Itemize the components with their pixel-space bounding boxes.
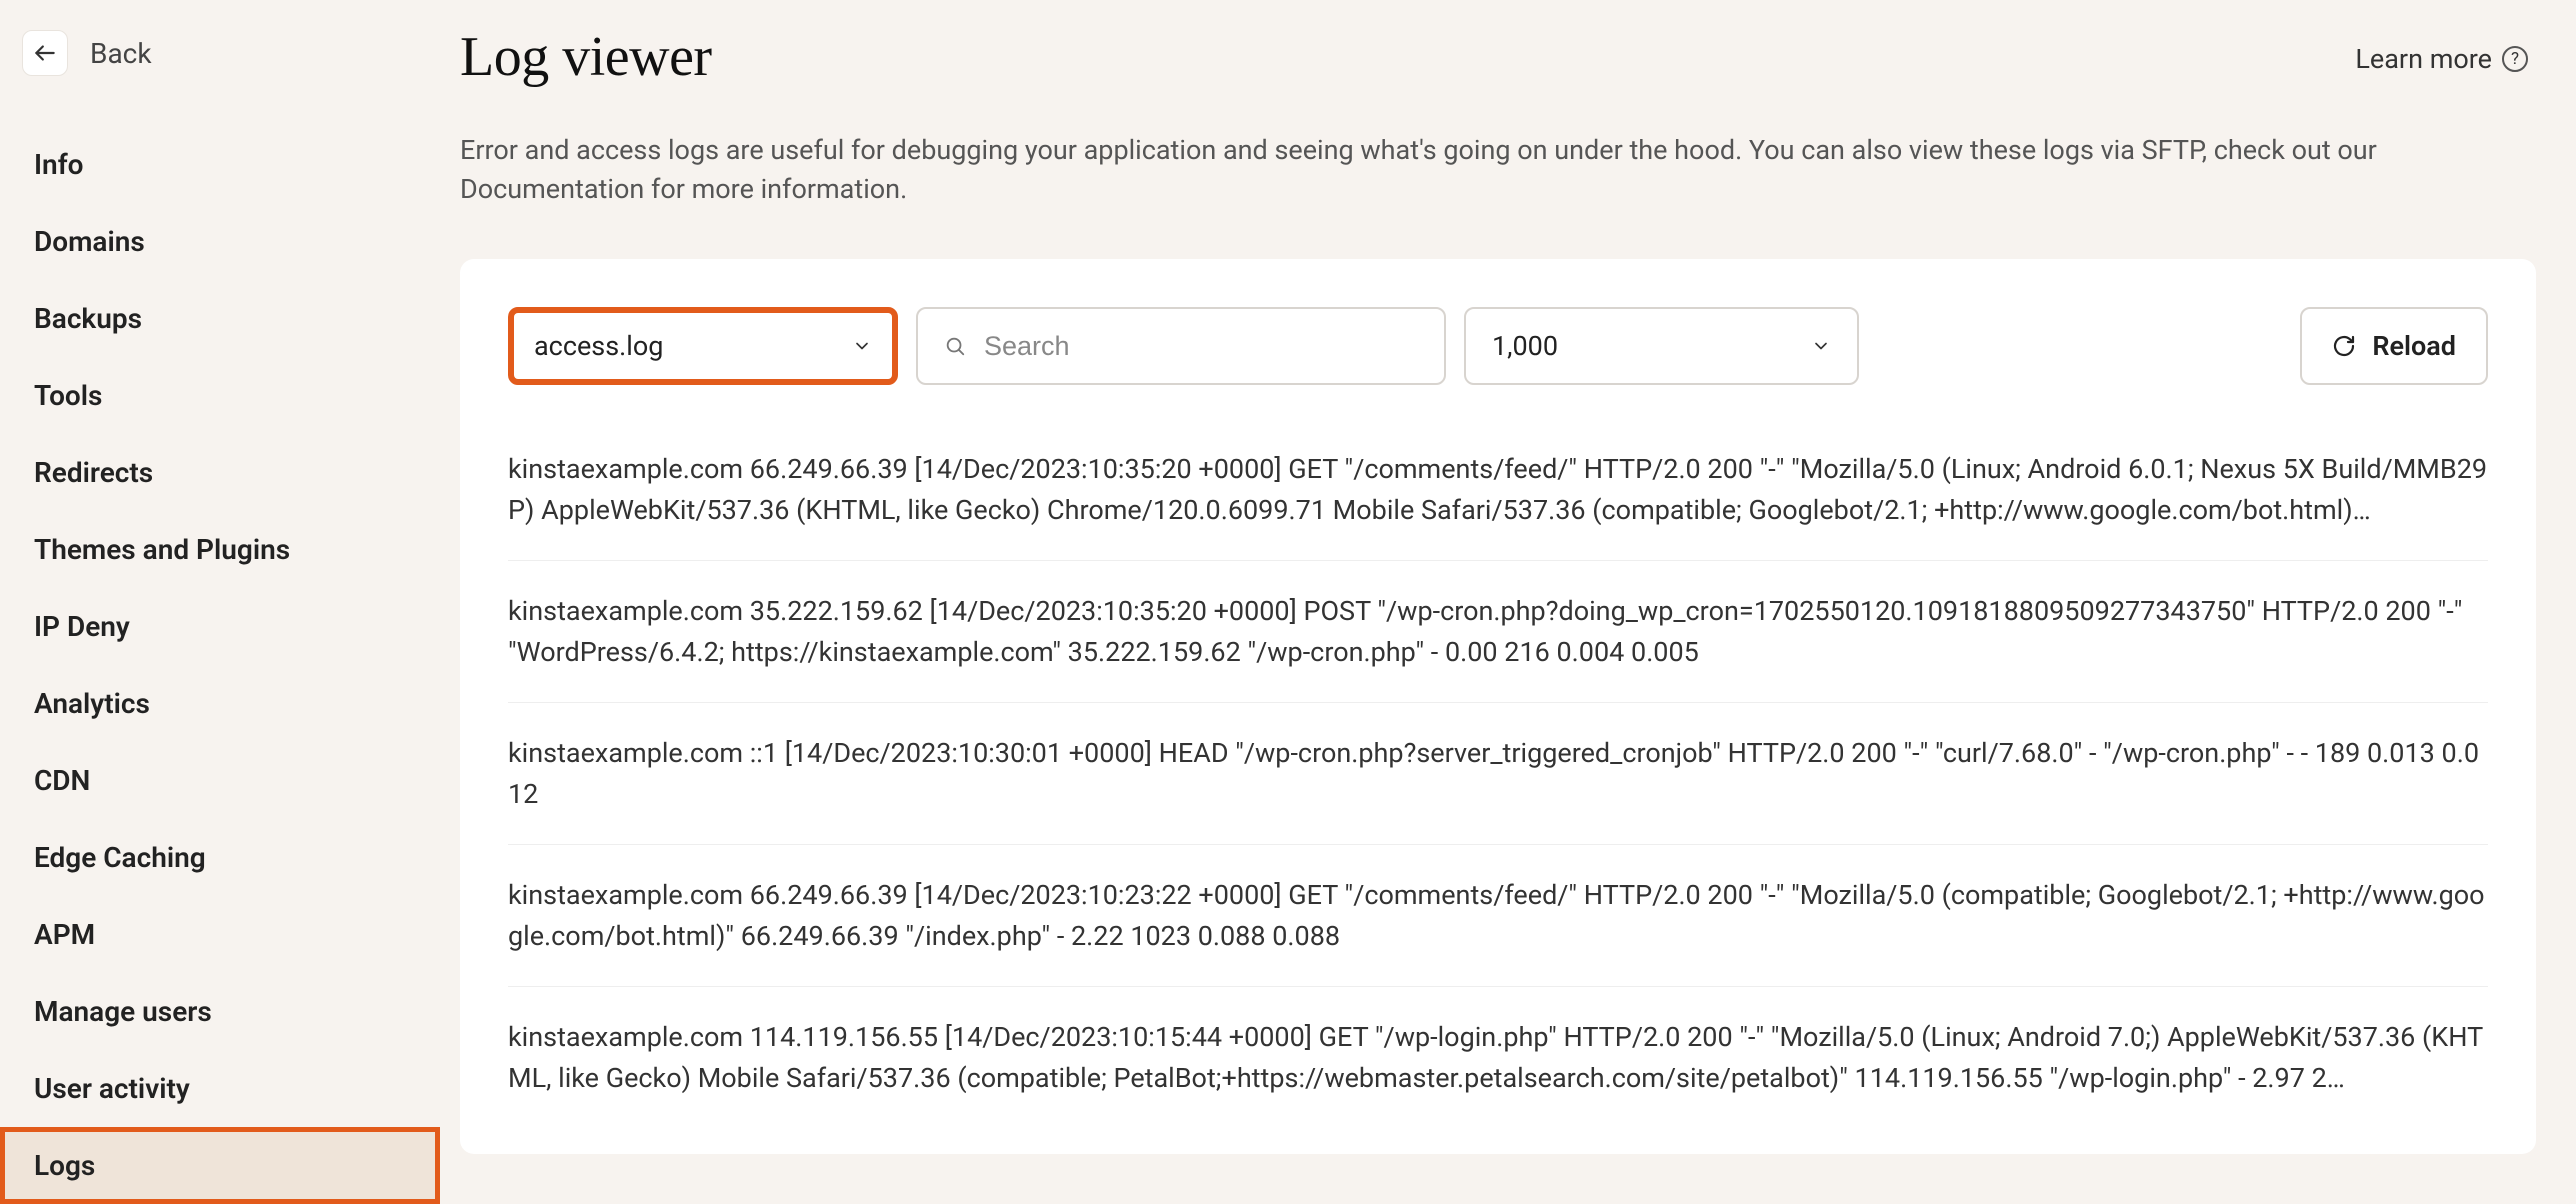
page-description: Error and access logs are useful for deb…	[460, 131, 2536, 209]
chevron-down-icon	[852, 336, 872, 356]
log-text: kinstaexample.com ::1 [14/Dec/2023:10:30…	[508, 737, 2479, 810]
header-row: Log viewer Learn more ?	[460, 25, 2536, 89]
page-title: Log viewer	[460, 25, 712, 89]
reload-label: Reload	[2372, 330, 2456, 362]
sidebar-item-label: Themes and Plugins	[34, 533, 290, 566]
sidebar-item-tools[interactable]: Tools	[0, 357, 440, 434]
search-box[interactable]	[916, 307, 1446, 385]
sidebar-item-redirects[interactable]: Redirects	[0, 434, 440, 511]
sidebar-item-label: Manage users	[34, 995, 212, 1028]
sidebar-item-analytics[interactable]: Analytics	[0, 665, 440, 742]
log-text: kinstaexample.com 66.249.66.39 [14/Dec/2…	[508, 453, 2487, 526]
log-file-select[interactable]: access.log	[508, 307, 898, 385]
log-row[interactable]: kinstaexample.com 66.249.66.39 [14/Dec/2…	[508, 845, 2488, 987]
sidebar: Back Info Domains Backups Tools Redirect…	[0, 0, 440, 1154]
reload-button[interactable]: Reload	[2300, 307, 2488, 385]
log-text: kinstaexample.com 35.222.159.62 [14/Dec/…	[508, 595, 2462, 668]
sidebar-item-label: APM	[34, 918, 95, 951]
log-row[interactable]: kinstaexample.com ::1 [14/Dec/2023:10:30…	[508, 703, 2488, 845]
count-selected: 1,000	[1492, 330, 1558, 362]
search-icon	[944, 335, 966, 357]
sidebar-item-info[interactable]: Info	[0, 126, 440, 203]
sidebar-item-cdn[interactable]: CDN	[0, 742, 440, 819]
sidebar-item-label: Edge Caching	[34, 841, 206, 874]
log-text: kinstaexample.com 66.249.66.39 [14/Dec/2…	[508, 879, 2485, 952]
count-select[interactable]: 1,000	[1464, 307, 1859, 385]
back-button[interactable]	[22, 30, 68, 76]
sidebar-item-label: Backups	[34, 302, 142, 335]
back-label[interactable]: Back	[90, 37, 152, 70]
sidebar-item-label: IP Deny	[34, 610, 130, 643]
sidebar-item-themes-plugins[interactable]: Themes and Plugins	[0, 511, 440, 588]
log-file-selected: access.log	[534, 330, 663, 362]
back-row: Back	[0, 30, 440, 126]
sidebar-item-ip-deny[interactable]: IP Deny	[0, 588, 440, 665]
sidebar-item-label: Analytics	[34, 687, 150, 720]
help-icon: ?	[2502, 46, 2528, 72]
sidebar-item-backups[interactable]: Backups	[0, 280, 440, 357]
sidebar-item-user-activity[interactable]: User activity	[0, 1050, 440, 1127]
sidebar-item-logs[interactable]: Logs	[0, 1127, 440, 1204]
log-row[interactable]: kinstaexample.com 114.119.156.55 [14/Dec…	[508, 987, 2488, 1128]
main-content: Log viewer Learn more ? Error and access…	[440, 0, 2576, 1154]
learn-more-label: Learn more	[2355, 43, 2492, 75]
sidebar-item-manage-users[interactable]: Manage users	[0, 973, 440, 1050]
sidebar-item-label: Redirects	[34, 456, 153, 489]
arrow-left-icon	[32, 40, 58, 66]
controls-row: access.log 1,000 Reload	[508, 307, 2488, 385]
sidebar-item-label: Info	[34, 148, 84, 181]
sidebar-item-label: Tools	[34, 379, 102, 412]
search-input[interactable]	[984, 331, 1418, 362]
learn-more-link[interactable]: Learn more ?	[2355, 25, 2536, 75]
chevron-down-icon	[1811, 336, 1831, 356]
log-card: access.log 1,000 Reload kinsta	[460, 259, 2536, 1154]
log-text: kinstaexample.com 114.119.156.55 [14/Dec…	[508, 1021, 2483, 1094]
sidebar-item-edge-caching[interactable]: Edge Caching	[0, 819, 440, 896]
log-row[interactable]: kinstaexample.com 66.249.66.39 [14/Dec/2…	[508, 419, 2488, 561]
log-row[interactable]: kinstaexample.com 35.222.159.62 [14/Dec/…	[508, 561, 2488, 703]
sidebar-item-domains[interactable]: Domains	[0, 203, 440, 280]
sidebar-item-label: User activity	[34, 1072, 190, 1105]
sidebar-item-apm[interactable]: APM	[0, 896, 440, 973]
log-list: kinstaexample.com 66.249.66.39 [14/Dec/2…	[508, 419, 2488, 1128]
sidebar-item-label: CDN	[34, 764, 90, 797]
reload-icon	[2332, 334, 2356, 358]
sidebar-item-label: Domains	[34, 225, 145, 258]
